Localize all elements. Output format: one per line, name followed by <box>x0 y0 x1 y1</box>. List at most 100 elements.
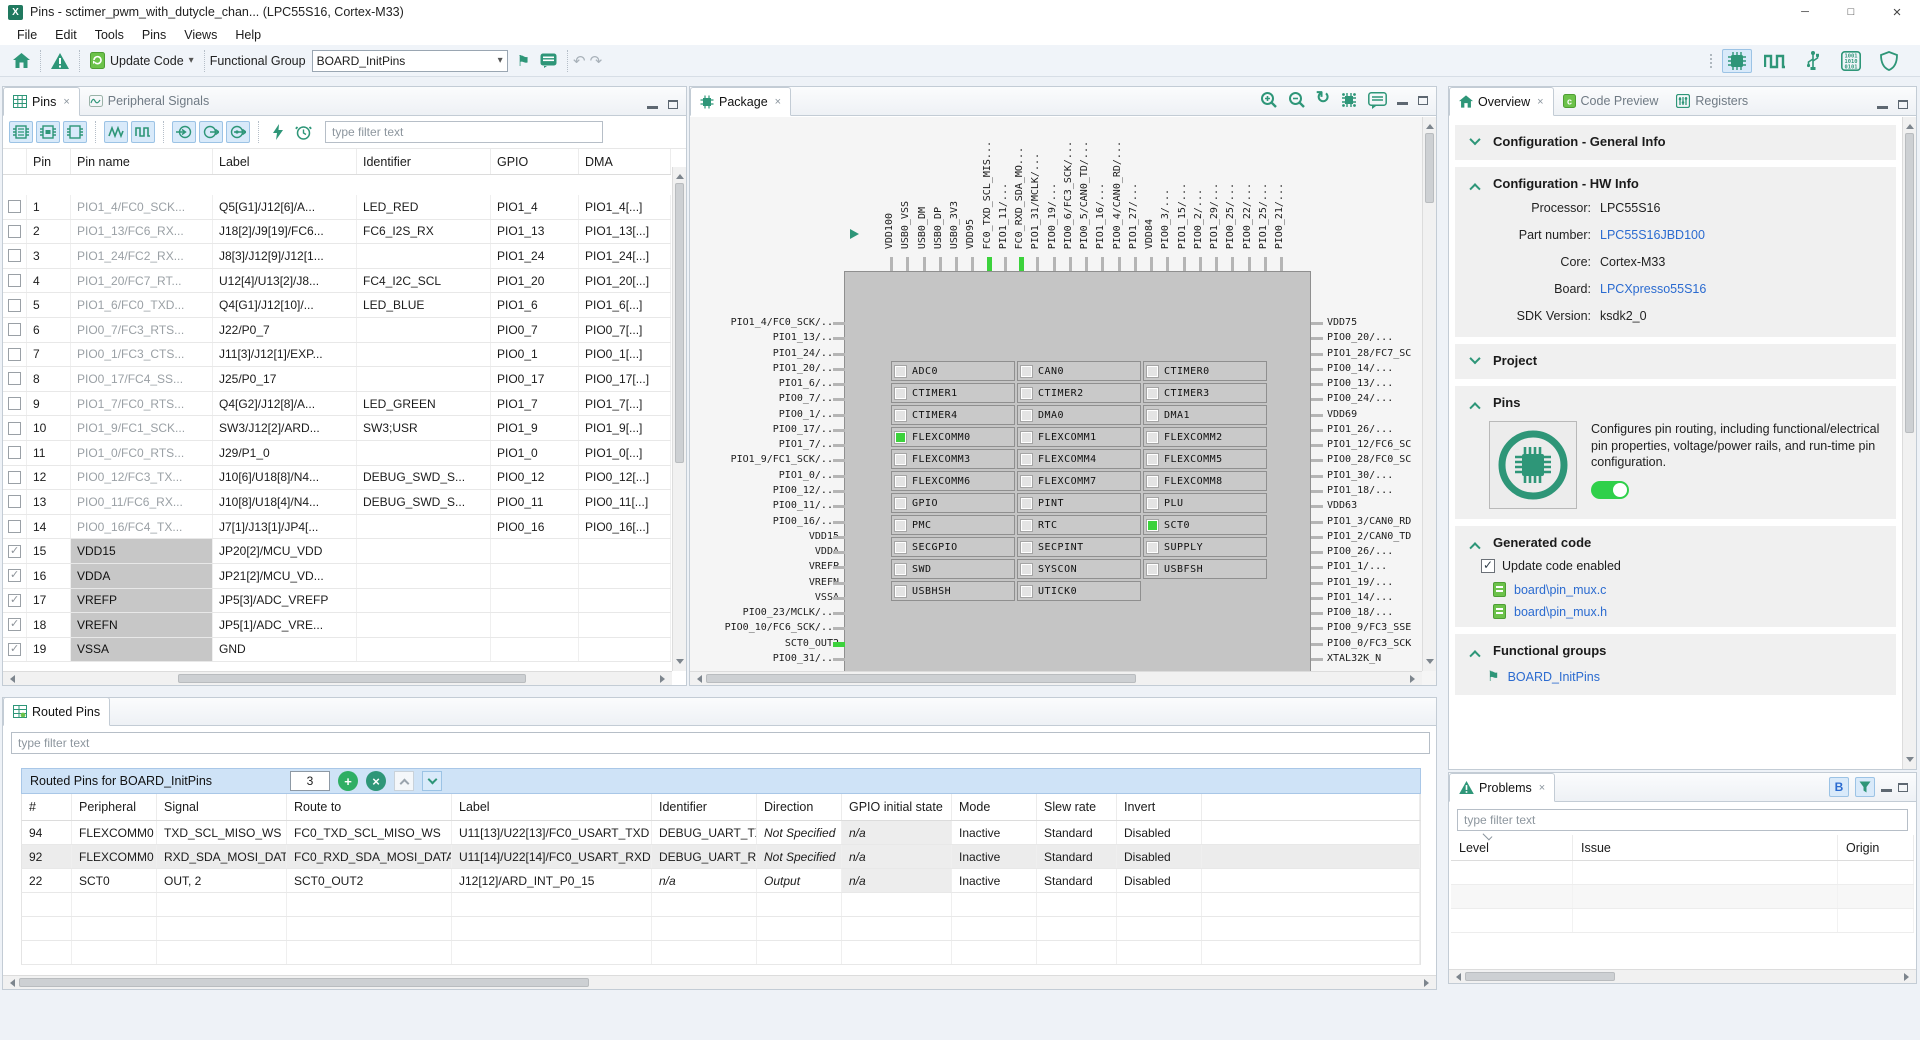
peripheral-flexcomm0[interactable]: FLEXCOMM0 <box>891 427 1015 447</box>
minimize-panel-icon[interactable] <box>1881 789 1892 792</box>
undo-icon[interactable]: ↶ <box>573 52 586 70</box>
overview-vertical-scrollbar[interactable] <box>1902 117 1916 769</box>
peripheral-flexcomm2[interactable]: FLEXCOMM2 <box>1143 427 1267 447</box>
tab-overview-close-icon[interactable]: × <box>1537 96 1543 108</box>
pin-checkbox[interactable] <box>8 594 21 607</box>
table-row[interactable]: 12PIO0_12/FC3_TX...J10[6]/U18[8]/N4...DE… <box>3 466 671 491</box>
package-left-pin-label[interactable]: PIO0_31/... <box>773 653 839 664</box>
package-top-pin-label[interactable]: PIO0_3/... <box>1160 189 1174 249</box>
package-left-pin-label[interactable]: PIO0_10/FC6_SCK/... <box>725 622 839 633</box>
rotate-icon[interactable]: ↻ <box>1316 88 1330 108</box>
minimize-panel-icon[interactable] <box>1877 106 1888 109</box>
scroll-up-icon[interactable] <box>1906 120 1914 129</box>
peripheral-secpint[interactable]: SECPINT <box>1017 537 1141 557</box>
routed-pins-count[interactable]: 3 <box>290 771 330 791</box>
table-row[interactable]: 15VDD15JP20[2]/MCU_VDD <box>3 539 671 564</box>
pins-filter-input[interactable] <box>325 121 603 143</box>
tab-pins[interactable]: Pins × <box>3 87 80 116</box>
peripheral-usbfsh[interactable]: USBFSH <box>1143 559 1267 579</box>
package-top-pin-label[interactable]: PIO0_2/... <box>1193 189 1207 249</box>
routed-filter-input[interactable] <box>11 732 1430 754</box>
pins-vertical-scrollbar[interactable] <box>672 167 686 671</box>
scroll-right-icon[interactable] <box>1424 979 1433 987</box>
package-top-pin-label[interactable]: VDD100 <box>884 213 898 249</box>
peripheral-pint[interactable]: PINT <box>1017 493 1141 513</box>
table-row[interactable]: 14PIO0_16/FC4_TX...J7[1]/J13[1]/JP4[...P… <box>3 515 671 540</box>
package-right-pin-label[interactable]: PIO1_14/... <box>1327 592 1393 603</box>
package-right-pin-label[interactable]: PIO0_28/FC0_SC <box>1327 454 1411 465</box>
peripheral-plu[interactable]: PLU <box>1143 493 1267 513</box>
close-window-button[interactable]: × <box>1874 0 1920 24</box>
package-top-pin-label[interactable]: VDD95 <box>965 219 979 249</box>
table-row[interactable]: 13PIO0_11/FC6_RX...J10[8]/U18[4]/N4...DE… <box>3 490 671 515</box>
tab-problems-close-icon[interactable]: × <box>1539 782 1545 794</box>
package-right-pin-label[interactable]: PIO1_28/FC7_SC <box>1327 348 1411 359</box>
update-code-enabled-checkbox[interactable] <box>1481 559 1495 573</box>
package-top-pin-label[interactable]: PIO1_31/MCLK/... <box>1030 153 1044 249</box>
peripheral-ctimer0[interactable]: CTIMER0 <box>1143 361 1267 381</box>
scroll-right-icon[interactable] <box>660 675 669 683</box>
scroll-right-icon[interactable] <box>1904 973 1913 981</box>
table-row[interactable]: 6PIO0_7/FC3_RTS...J22/P0_7PIO0_7PIO0_7[.… <box>3 318 671 343</box>
tooltip-icon[interactable] <box>1368 92 1387 109</box>
tab-package-close-icon[interactable]: × <box>775 96 781 108</box>
table-row[interactable]: 16VDDAJP21[2]/MCU_VD... <box>3 564 671 589</box>
package-top-pin-label[interactable]: USB0_DM <box>917 207 931 249</box>
show-digital-toggle[interactable] <box>131 121 155 143</box>
menu-tools[interactable]: Tools <box>86 26 133 44</box>
scroll-up-icon[interactable] <box>1426 120 1434 129</box>
table-row[interactable]: 17VREFPJP5[3]/ADC_VREFP <box>3 589 671 614</box>
scroll-thumb[interactable] <box>19 978 589 987</box>
peripheral-secgpio[interactable]: SECGPIO <box>891 537 1015 557</box>
package-right-pin-label[interactable]: PIO0_20/... <box>1327 332 1393 343</box>
flag-button[interactable]: ⚑ <box>512 49 535 73</box>
package-top-pin-label[interactable]: PIO0_21/... <box>1274 183 1288 249</box>
peripheral-can0[interactable]: CAN0 <box>1017 361 1141 381</box>
package-right-pin-label[interactable]: PIO0_26/... <box>1327 546 1393 557</box>
package-right-pin-label[interactable]: VDD75 <box>1327 317 1357 328</box>
table-row[interactable]: 5PIO1_6/FC0_TXD...Q4[G1]/J12[10]/...LED_… <box>3 293 671 318</box>
package-left-pin-label[interactable]: PIO1_7/... <box>779 439 839 450</box>
table-row[interactable]: 9PIO1_7/FC0_RTS...Q4[G2]/J12[8]/A...LED_… <box>3 392 671 417</box>
package-top-pin-label[interactable]: USB0_VSS <box>900 201 914 249</box>
section-pins-header[interactable]: Pins <box>1463 391 1888 413</box>
section-generated-code-header[interactable]: Generated code <box>1463 531 1888 553</box>
tab-registers[interactable]: Registers <box>1667 86 1757 115</box>
show-input-toggle[interactable] <box>172 121 196 143</box>
menu-help[interactable]: Help <box>226 26 270 44</box>
minimize-panel-icon[interactable] <box>647 106 658 109</box>
scroll-thumb[interactable] <box>675 183 684 463</box>
zoom-out-icon[interactable] <box>1288 91 1306 109</box>
pins-enabled-toggle[interactable] <box>1591 481 1629 499</box>
package-right-pin-label[interactable]: PIO0_18/... <box>1327 607 1393 618</box>
peripheral-flexcomm5[interactable]: FLEXCOMM5 <box>1143 449 1267 469</box>
package-right-pin-label[interactable]: PIO1_26/... <box>1327 424 1393 435</box>
section-project-header[interactable]: Project <box>1463 349 1888 371</box>
package-left-pin-label[interactable]: PIO1_4/FC0_SCK/... <box>731 317 839 328</box>
scroll-thumb[interactable] <box>1425 133 1434 203</box>
menu-file[interactable]: File <box>8 26 46 44</box>
peripheral-dma0[interactable]: DMA0 <box>1017 405 1141 425</box>
package-horizontal-scrollbar[interactable] <box>690 671 1422 685</box>
package-right-pin-label[interactable]: PIO0_9/FC3_SSE <box>1327 622 1411 633</box>
tee-tool-button[interactable] <box>1874 49 1904 73</box>
package-right-pin-label[interactable]: PIO1_30/... <box>1327 470 1393 481</box>
show-output-toggle[interactable] <box>199 121 223 143</box>
problems-funnel-button[interactable] <box>1855 777 1875 797</box>
tab-problems[interactable]: Problems × <box>1449 773 1555 802</box>
table-row[interactable]: 19VSSAGND <box>3 638 671 663</box>
package-top-pin-label[interactable]: PIO1_25/... <box>1258 183 1272 249</box>
package-left-pin-label[interactable]: PIO1_6/... <box>779 378 839 389</box>
tab-routed-pins[interactable]: Routed Pins <box>3 697 110 726</box>
minimize-window-button[interactable]: ─ <box>1782 0 1828 24</box>
peripheral-flexcomm1[interactable]: FLEXCOMM1 <box>1017 427 1141 447</box>
scroll-down-icon[interactable] <box>1426 659 1434 668</box>
pin-checkbox[interactable] <box>8 274 21 287</box>
pin-checkbox[interactable] <box>8 569 21 582</box>
maximize-panel-icon[interactable] <box>1898 783 1908 792</box>
peripheral-gpio[interactable]: GPIO <box>891 493 1015 513</box>
show-dedicated-pins-toggle[interactable] <box>36 121 60 143</box>
peripheral-flexcomm6[interactable]: FLEXCOMM6 <box>891 471 1015 491</box>
package-top-pin-label[interactable]: PIO1_27/... <box>1128 183 1142 249</box>
section-functional-groups-header[interactable]: Functional groups <box>1463 639 1888 661</box>
